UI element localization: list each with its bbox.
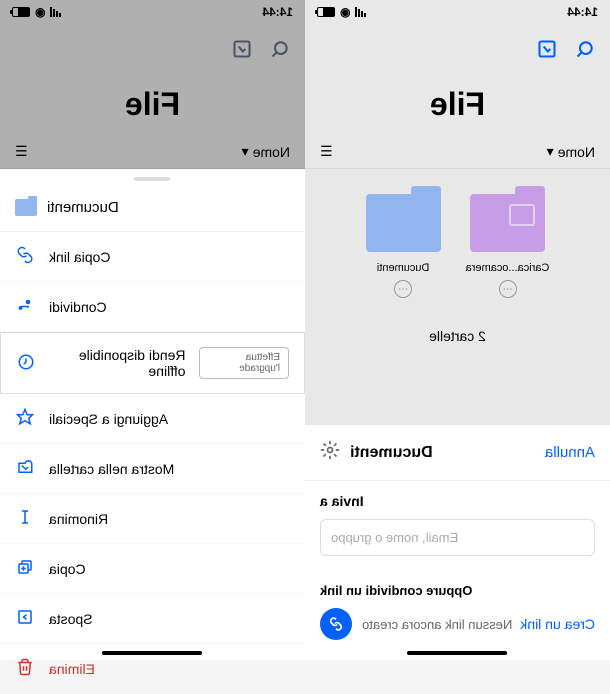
menu-label: Condividi [49,299,107,315]
header [0,24,305,78]
link-icon [320,608,352,640]
page-title: File [0,86,305,123]
status-time: 14:44 [567,5,598,19]
content-area: Ducumenti Copia link Condividi Effettua … [0,169,305,660]
menu-folder-name: Ducumenti [47,199,119,216]
menu-show-folder[interactable]: Mostra nella cartella [0,444,305,494]
checkbox-icon [232,39,252,64]
page-title: File [305,86,610,123]
sort-row: Nome▾ ☰ [305,135,610,169]
menu-label: Rendi disponibile offline [50,347,186,379]
recipient-input[interactable]: Email, nome o gruppo [320,519,595,556]
folder-open-icon [15,458,35,479]
menu-copy[interactable]: Copia [0,544,305,594]
signal-icon [50,7,61,17]
home-indicator[interactable] [408,651,508,655]
menu-move[interactable]: Sposta [0,594,305,644]
menu-offline[interactable]: Effettua l'upgrade Rendi disponibile off… [0,332,305,394]
status-bar: 14:44 ◉ [0,0,305,24]
phone-left-share: 14:44 ◉ File Nome▾ ☰ Carica...ocamera ⋯ [305,0,610,660]
link-icon [15,246,35,267]
home-indicator[interactable] [103,651,203,655]
signal-icon [355,7,366,17]
folder-label: Carica...ocamera [466,262,550,274]
sort-dropdown: Nome▾ [242,143,290,160]
menu-label: Elimina [49,661,95,677]
drag-handle[interactable] [135,177,171,181]
folder-label: Ducumenti [377,262,430,274]
battery-icon [317,7,335,17]
menu-label: Mostra nella cartella [49,461,174,477]
star-icon [15,408,35,429]
menu-copy-link[interactable]: Copia link [0,232,305,282]
folder-more-icon[interactable]: ⋯ [499,280,517,298]
chevron-down-icon: ▾ [242,143,249,160]
cursor-icon [15,508,35,529]
menu-starred[interactable]: Aggiungi a Speciali [0,394,305,444]
offline-icon [16,353,36,374]
create-link-button[interactable]: Crea un link [520,616,595,632]
copy-icon [15,558,35,579]
no-link-label: Nessun link ancora creato [362,617,512,632]
header [305,24,610,78]
folder-icon [470,194,545,252]
list-view-icon[interactable]: ☰ [320,143,333,160]
content-area: Carica...ocamera ⋯ Ducumenti ⋯ 2 cartell… [305,169,610,660]
cancel-button[interactable]: Annulla [545,444,595,461]
folder-count: 2 cartelle [305,313,610,359]
chevron-down-icon: ▾ [547,143,554,160]
move-icon [15,608,35,629]
folder-icon [15,199,37,216]
upgrade-badge[interactable]: Effettua l'upgrade [200,347,290,379]
menu-label: Sposta [49,611,93,627]
menu-share[interactable]: Condividi [0,282,305,332]
checkbox-icon[interactable] [537,39,557,64]
wifi-icon: ◉ [340,5,350,19]
status-bar: 14:44 ◉ [305,0,610,24]
action-menu: Ducumenti Copia link Condividi Effettua … [0,169,305,660]
folder-more-icon[interactable]: ⋯ [394,280,412,298]
send-to-label: Invia a [320,493,595,509]
sort-row: Nome▾ ☰ [0,135,305,169]
page-title-row: File [305,78,610,135]
share-title: Ducumenti [350,444,433,462]
wifi-icon: ◉ [35,5,45,19]
folder-item[interactable]: Carica...ocamera ⋯ [466,194,550,298]
menu-label: Aggiungi a Speciali [49,411,168,427]
menu-label: Copia [49,561,86,577]
search-icon [270,39,290,64]
share-icon [15,296,35,317]
menu-label: Copia link [49,249,110,265]
phone-right-menu: 14:44 ◉ File Nome▾ ☰ Ducumenti Copia lin… [0,0,305,660]
status-time: 14:44 [262,5,293,19]
menu-rename[interactable]: Rinomina [0,494,305,544]
battery-icon [12,7,30,17]
page-title-row: File [0,78,305,135]
list-view-icon: ☰ [15,143,28,160]
menu-label: Rinomina [49,511,108,527]
search-icon[interactable] [575,39,595,64]
folder-item[interactable]: Ducumenti ⋯ [366,194,441,298]
trash-icon [15,658,35,679]
gear-icon[interactable] [320,440,340,465]
or-share-label: Oppure condividi un link [305,568,610,608]
sort-dropdown[interactable]: Nome▾ [547,143,595,160]
share-sheet: Annulla Ducumenti Invia a Email, nome o … [305,425,610,660]
folder-icon [366,194,441,252]
